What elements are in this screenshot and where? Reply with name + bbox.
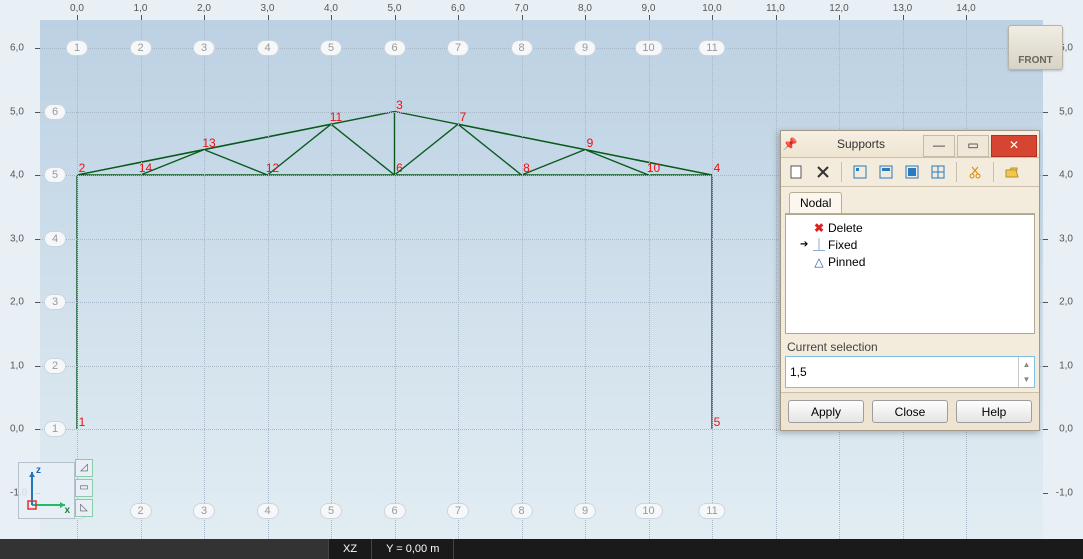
axis-gizmo[interactable]: x z <box>18 462 75 519</box>
dialog-close-button[interactable]: Close <box>872 400 948 423</box>
ruler-top: -1,00,01,02,03,04,05,06,07,08,09,010,011… <box>0 0 1083 20</box>
view-side-tools[interactable]: ◿ ▭ ◺ <box>75 459 93 519</box>
apply-button[interactable]: Apply <box>788 400 864 423</box>
axis-pill-v-4[interactable]: 4 <box>44 231 66 247</box>
axis-label-x: x <box>64 505 70 516</box>
axis-pill-v-1[interactable]: 1 <box>44 421 66 437</box>
axis-pill-h-6[interactable]: 6 <box>383 40 405 56</box>
axis-pill-h-8[interactable]: 8 <box>510 40 532 56</box>
dialog-toolbar <box>781 158 1039 187</box>
support-item-pinned[interactable]: △ Pinned <box>790 253 1030 270</box>
pinned-icon: △ <box>814 255 824 269</box>
maximize-button[interactable]: ▭ <box>957 135 989 157</box>
axis-pill-h-6[interactable]: 6 <box>383 503 405 519</box>
axis-pill-h-5[interactable]: 5 <box>320 40 342 56</box>
axis-pill-h-3[interactable]: 3 <box>193 40 215 56</box>
dialog-titlebar[interactable]: 📌 Supports — ▭ ✕ <box>781 131 1039 158</box>
axis-pill-h-10[interactable]: 10 <box>634 503 662 519</box>
supports-dialog: 📌 Supports — ▭ ✕ Nodal ✖ Delete <box>780 130 1040 431</box>
axis-pill-h-7[interactable]: 7 <box>447 503 469 519</box>
fixed-icon: ⏊ <box>814 236 824 253</box>
axis-pill-v-6[interactable]: 6 <box>44 104 66 120</box>
close-button[interactable]: ✕ <box>991 135 1037 157</box>
toolbar-view1-icon[interactable] <box>850 162 870 182</box>
current-selection-label: Current selection <box>787 340 1033 354</box>
viewport: -1,00,01,02,03,04,05,06,07,08,09,010,011… <box>0 0 1083 559</box>
current-selection-input[interactable] <box>786 357 1018 387</box>
axis-pill-h-5[interactable]: 5 <box>320 503 342 519</box>
delete-icon: ✖ <box>814 221 824 235</box>
toolbar-cut-icon[interactable] <box>965 162 985 182</box>
dialog-tabs: Nodal <box>785 191 1035 214</box>
side-tool-2-icon[interactable]: ▭ <box>75 479 93 497</box>
help-button[interactable]: Help <box>956 400 1032 423</box>
axis-label-z: z <box>36 465 41 476</box>
axis-pill-v-3[interactable]: 3 <box>44 294 66 310</box>
minimize-button[interactable]: — <box>923 135 955 157</box>
side-tool-3-icon[interactable]: ◺ <box>75 499 93 517</box>
pin-icon[interactable]: 📌 <box>781 137 799 151</box>
tab-nodal[interactable]: Nodal <box>789 192 842 213</box>
axis-pill-h-9[interactable]: 9 <box>574 503 596 519</box>
view-cube-front[interactable]: FRONT <box>1008 25 1063 70</box>
ruler-right: -1,00,01,02,03,04,05,06,0 <box>1043 0 1083 559</box>
selection-spinner[interactable]: ▲▼ <box>1018 357 1034 387</box>
axis-pill-h-10[interactable]: 10 <box>634 40 662 56</box>
axis-pill-v-2[interactable]: 2 <box>44 358 66 374</box>
toolbar-view3-icon[interactable] <box>902 162 922 182</box>
toolbar-new-icon[interactable] <box>787 162 807 182</box>
toolbar-view4-icon[interactable] <box>928 162 948 182</box>
axis-pill-h-4[interactable]: 4 <box>256 503 278 519</box>
toolbar-open-icon[interactable] <box>1002 162 1022 182</box>
axis-pill-h-8[interactable]: 8 <box>510 503 532 519</box>
support-item-label: Pinned <box>828 255 865 269</box>
support-item-delete[interactable]: ✖ Delete <box>790 219 1030 236</box>
axis-pill-h-3[interactable]: 3 <box>193 503 215 519</box>
status-coord: Y = 0,00 m <box>372 539 454 559</box>
axis-pill-h-2[interactable]: 2 <box>129 40 151 56</box>
dialog-title: Supports <box>799 137 923 151</box>
side-tool-1-icon[interactable]: ◿ <box>75 459 93 477</box>
support-list[interactable]: ✖Delete➔⏊Fixed△Pinned <box>785 214 1035 334</box>
axis-pill-h-11[interactable]: 11 <box>698 40 725 56</box>
support-item-label: Fixed <box>828 238 857 252</box>
support-item-fixed[interactable]: ➔⏊Fixed <box>790 236 1030 253</box>
axis-pill-h-2[interactable]: 2 <box>129 503 151 519</box>
axis-pill-h-11[interactable]: 11 <box>698 503 725 519</box>
axis-pill-h-4[interactable]: 4 <box>256 40 278 56</box>
toolbar-view2-icon[interactable] <box>876 162 896 182</box>
toolbar-delete-icon[interactable] <box>813 162 833 182</box>
axis-pill-h-9[interactable]: 9 <box>574 40 596 56</box>
support-item-label: Delete <box>828 221 863 235</box>
axis-pill-v-5[interactable]: 5 <box>44 167 66 183</box>
status-bar: XZ Y = 0,00 m <box>0 539 1083 559</box>
axis-pill-h-7[interactable]: 7 <box>447 40 469 56</box>
axis-pill-h-1[interactable]: 1 <box>66 40 88 56</box>
status-plane: XZ <box>329 539 372 559</box>
